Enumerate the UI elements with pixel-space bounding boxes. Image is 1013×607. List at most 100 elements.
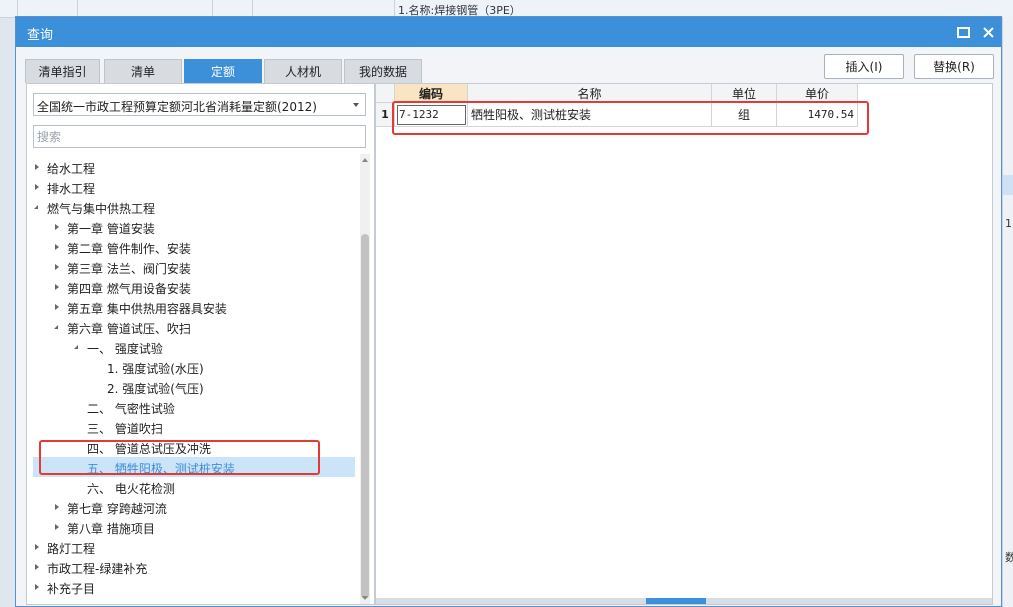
tree-item[interactable]: 燃气与集中供热工程	[33, 197, 355, 217]
collapsed-arrow-icon[interactable]	[35, 584, 39, 590]
insert-button[interactable]: 插入(I)	[824, 54, 904, 79]
tree-item-label: 1. 强度试验(水压)	[107, 362, 204, 376]
collapsed-arrow-icon[interactable]	[55, 284, 59, 290]
tree-item-label: 排水工程	[47, 182, 96, 196]
expanded-arrow-icon[interactable]	[34, 205, 38, 209]
tree-item-label: 第一章 管道安装	[67, 222, 155, 236]
cell-unit[interactable]: 组	[712, 103, 777, 127]
tree-item[interactable]: 2. 强度试验(气压)	[33, 377, 355, 397]
tree-item[interactable]: 一、 强度试验	[33, 337, 355, 357]
collapsed-arrow-icon[interactable]	[55, 264, 59, 270]
tree-scrollbar[interactable]	[360, 154, 370, 604]
tree-item[interactable]: 五、 牺牲阳极、测试桩安装	[33, 457, 355, 477]
collapsed-arrow-icon[interactable]	[35, 164, 39, 170]
background-sheet-edge: 1 数	[1002, 17, 1013, 607]
cell-price[interactable]: 1470.54	[777, 103, 858, 127]
quota-library-select[interactable]: 全国统一市政工程预算定额河北省消耗量定额(2012)	[33, 93, 366, 116]
expanded-arrow-icon[interactable]	[54, 325, 58, 329]
tree-item-label: 市政工程-绿建补充	[47, 562, 148, 576]
collapsed-arrow-icon[interactable]	[35, 544, 39, 550]
query-dialog: 查询 清单指引 清单 定额 人材机 我的数据 插入(I) 替换(R) 全国统一市…	[15, 16, 1002, 607]
grid-horizontal-scrollbar[interactable]	[376, 598, 992, 604]
background-cell	[77, 0, 213, 16]
tree-item[interactable]: 排水工程	[33, 177, 355, 197]
tree-item[interactable]: 第七章 穿跨越河流	[33, 497, 355, 517]
column-header-price[interactable]: 单价	[777, 84, 858, 103]
search-input[interactable]	[33, 125, 366, 148]
tab-bill[interactable]: 清单	[104, 59, 182, 83]
scroll-up-icon	[362, 158, 368, 162]
tab-my-data[interactable]: 我的数据	[344, 59, 422, 83]
tree-item[interactable]: 四、 管道总试压及冲洗	[33, 437, 355, 457]
tree-item[interactable]: 路灯工程	[33, 537, 355, 557]
collapsed-arrow-icon[interactable]	[55, 244, 59, 250]
collapsed-arrow-icon[interactable]	[35, 184, 39, 190]
scroll-down-icon	[362, 596, 368, 600]
tab-labor-material-machine[interactable]: 人材机	[264, 59, 342, 83]
background-cell	[0, 0, 18, 16]
dialog-title: 查询	[27, 28, 54, 43]
tree-item[interactable]: 1. 强度试验(水压)	[33, 357, 355, 377]
close-button[interactable]	[978, 22, 998, 42]
quota-library-value: 全国统一市政工程预算定额河北省消耗量定额(2012)	[37, 100, 317, 114]
tree-item-label: 2. 强度试验(气压)	[107, 382, 204, 396]
tree-item-label: 第六章 管道试压、吹扫	[67, 322, 191, 336]
tree-item[interactable]: 第二章 管件制作、安装	[33, 237, 355, 257]
tree-item-label: 四、 管道总试压及冲洗	[87, 442, 211, 456]
tree-item-label: 二、 气密性试验	[87, 402, 175, 416]
collapsed-arrow-icon[interactable]	[35, 564, 39, 570]
scrollbar-grip[interactable]	[646, 598, 706, 604]
tree-item[interactable]: 二、 气密性试验	[33, 397, 355, 417]
maximize-button[interactable]	[953, 22, 973, 42]
row-number[interactable]: 1	[376, 103, 395, 127]
tree-item[interactable]: 给水工程	[33, 157, 355, 177]
cell-code[interactable]: 7-1232	[395, 103, 468, 127]
dialog-titlebar[interactable]: 查询	[16, 17, 1001, 47]
tree-item-label: 第五章 集中供热用容器具安装	[67, 302, 227, 316]
background-cell	[17, 0, 78, 16]
category-tree: 给水工程排水工程燃气与集中供热工程第一章 管道安装 第二章 管件制作、安装第三章 …	[33, 154, 357, 604]
tree-item[interactable]: 第五章 集中供热用容器具安装	[33, 297, 355, 317]
column-header-code[interactable]: 编码	[395, 84, 468, 103]
background-edge-text: 1	[1005, 217, 1012, 230]
tree-item-label: 给水工程	[47, 162, 96, 176]
collapsed-arrow-icon[interactable]	[55, 224, 59, 230]
tree-item-label: 三、 管道吹扫	[87, 422, 163, 436]
tree-item[interactable]: 第一章 管道安装	[33, 217, 355, 237]
maximize-icon	[956, 26, 970, 38]
background-edge-text: 数	[1005, 551, 1013, 564]
tree-item-label: 第七章 穿跨越河流	[67, 502, 167, 516]
tree-item[interactable]: 市政工程-绿建补充	[33, 557, 355, 577]
results-grid: 编码 名称 单位 单价 1 7-1232 牺牲阳极、测试桩安装 组 1470.5…	[375, 83, 993, 605]
tree-item-label: 路灯工程	[47, 542, 96, 556]
tree-item[interactable]: 三、 管道吹扫	[33, 417, 355, 437]
column-header-unit[interactable]: 单位	[712, 84, 777, 103]
collapsed-arrow-icon[interactable]	[55, 304, 59, 310]
column-header-name[interactable]: 名称	[468, 84, 712, 103]
expanded-arrow-icon[interactable]	[74, 345, 78, 349]
replace-button[interactable]: 替换(R)	[914, 54, 994, 79]
background-block	[1003, 175, 1013, 195]
tree-item[interactable]: 第六章 管道试压、吹扫	[33, 317, 355, 337]
cell-name[interactable]: 牺牲阳极、测试桩安装	[468, 103, 712, 127]
tree-item[interactable]: 第三章 法兰、阀门安装	[33, 257, 355, 277]
tree-item-label: 第八章 措施项目	[67, 522, 155, 536]
tab-quota[interactable]: 定额	[184, 59, 262, 83]
tab-bill-guide[interactable]: 清单指引	[25, 59, 100, 83]
collapsed-arrow-icon[interactable]	[55, 504, 59, 510]
scrollbar-thumb[interactable]	[361, 234, 369, 599]
tree-item-label: 第三章 法兰、阀门安装	[67, 262, 191, 276]
tree-item-label: 五、 牺牲阳极、测试桩安装	[87, 462, 235, 476]
grid-corner-header	[376, 84, 395, 103]
collapsed-arrow-icon[interactable]	[55, 524, 59, 530]
tree-item[interactable]: 第八章 措施项目	[33, 517, 355, 537]
background-cell	[252, 0, 395, 16]
tree-item-label: 燃气与集中供热工程	[47, 202, 156, 216]
tree-item-label: 第四章 燃气用设备安装	[67, 282, 191, 296]
chevron-down-icon	[353, 103, 359, 107]
tree-item[interactable]: 六、 电火花检测	[33, 477, 355, 497]
tree-item[interactable]: 补充子目	[33, 577, 355, 597]
tree-item-label: 补充子目	[47, 582, 96, 596]
category-panel: 全国统一市政工程预算定额河北省消耗量定额(2012) 给水工程排水工程燃气与集中…	[26, 83, 375, 605]
tree-item[interactable]: 第四章 燃气用设备安装	[33, 277, 355, 297]
